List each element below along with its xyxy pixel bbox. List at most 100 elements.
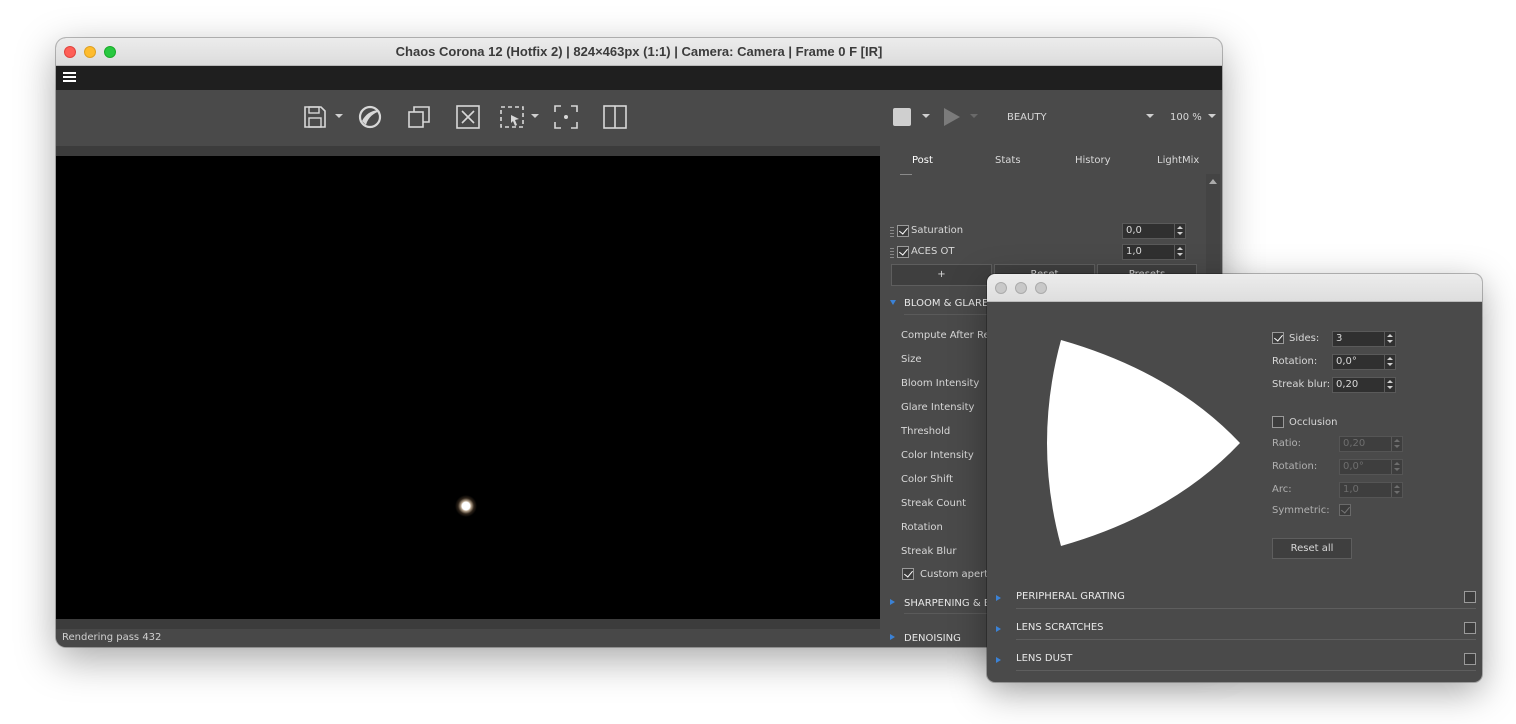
- occlusion-rotation-spinner[interactable]: 0,0°: [1339, 459, 1403, 475]
- arc-spinner[interactable]: 1,0: [1339, 482, 1403, 498]
- drag-handle-icon[interactable]: [890, 227, 894, 237]
- scroll-up-icon[interactable]: [1209, 179, 1217, 184]
- hamburger-menu-icon[interactable]: [63, 72, 76, 84]
- aces-ot-spinner[interactable]: 1,0: [1122, 244, 1186, 260]
- rotation-spinner[interactable]: 0,0°: [1332, 354, 1396, 370]
- stop-render-button[interactable]: [893, 108, 911, 126]
- spinner-arrows-icon[interactable]: [1384, 378, 1395, 392]
- save-dropdown-caret-icon[interactable]: [335, 114, 343, 118]
- tab-lightmix[interactable]: LightMix: [1157, 155, 1199, 166]
- split-view-icon[interactable]: [601, 103, 629, 131]
- corona-logo-icon[interactable]: [356, 103, 384, 131]
- bloom-property-label: Threshold: [901, 426, 951, 437]
- arc-value: 1,0: [1343, 484, 1359, 495]
- reset-all-button[interactable]: Reset all: [1272, 538, 1352, 559]
- bloom-glare-title: BLOOM & GLARE: [904, 298, 989, 309]
- render-pass-select[interactable]: BEAUTY: [1007, 112, 1047, 123]
- bloom-property-label: Bloom Intensity: [901, 378, 980, 389]
- stop-dropdown-caret-icon[interactable]: [922, 114, 930, 118]
- panel-tabs: Post Stats History LightMix: [880, 146, 1222, 174]
- lens-dust-section[interactable]: LENS DUST: [987, 648, 1482, 672]
- aces-ot-label: ACES OT: [911, 246, 955, 257]
- close-window-button[interactable]: [995, 282, 1007, 294]
- start-dropdown-caret-icon[interactable]: [970, 114, 978, 118]
- streak-blur-spinner[interactable]: 0,20: [1332, 377, 1396, 393]
- tab-history[interactable]: History: [1075, 155, 1111, 166]
- tab-post[interactable]: Post: [912, 155, 933, 166]
- occlusion-rotation-value: 0,0°: [1343, 461, 1364, 472]
- add-operator-button[interactable]: +: [891, 264, 992, 286]
- symmetric-label: Symmetric:: [1272, 505, 1330, 516]
- save-icon[interactable]: [301, 103, 329, 131]
- spinner-arrows-icon[interactable]: [1384, 332, 1395, 346]
- spinner-arrows-icon[interactable]: [1391, 483, 1402, 497]
- spinner-arrows-icon[interactable]: [1174, 224, 1185, 238]
- sides-label: Sides:: [1289, 333, 1320, 344]
- title-bar: Chaos Corona 12 (Hotfix 2) | 824×463px (…: [56, 38, 1222, 66]
- bloom-property-label: Streak Count: [901, 498, 967, 509]
- spinner-arrows-icon[interactable]: [1174, 245, 1185, 259]
- render-viewport[interactable]: [56, 156, 880, 619]
- symmetric-checkbox[interactable]: [1339, 504, 1351, 516]
- custom-aperture-checkbox[interactable]: [902, 568, 914, 580]
- collapsed-arrow-icon[interactable]: [996, 657, 1001, 663]
- denoising-title: DENOISING: [904, 633, 961, 644]
- popup-title-bar: [987, 274, 1482, 302]
- start-render-button[interactable]: [944, 108, 960, 126]
- collapsed-arrow-icon[interactable]: [890, 599, 895, 605]
- region-select-icon[interactable]: [498, 103, 526, 131]
- zoom-caret-icon[interactable]: [1208, 114, 1216, 118]
- window-title: Chaos Corona 12 (Hotfix 2) | 824×463px (…: [395, 44, 883, 59]
- rotation-value: 0,0°: [1336, 356, 1357, 367]
- peripheral-grating-section[interactable]: PERIPHERAL GRATING: [987, 586, 1482, 610]
- peripheral-grating-title: PERIPHERAL GRATING: [1016, 591, 1125, 602]
- lens-scratches-section[interactable]: LENS SCRATCHES: [987, 617, 1482, 641]
- occlusion-label: Occlusion: [1289, 417, 1338, 428]
- spinner-arrows-icon[interactable]: [1391, 460, 1402, 474]
- copy-icon[interactable]: [405, 103, 433, 131]
- spinner-arrows-icon[interactable]: [1384, 355, 1395, 369]
- collapsed-arrow-icon[interactable]: [996, 595, 1001, 601]
- occlusion-checkbox[interactable]: [1272, 416, 1284, 428]
- sides-checkbox[interactable]: [1272, 332, 1284, 344]
- render-pass-caret-icon[interactable]: [1146, 114, 1154, 118]
- arc-label: Arc:: [1272, 484, 1292, 495]
- minimize-window-button[interactable]: [1015, 282, 1027, 294]
- viewport-border: [56, 619, 880, 629]
- section-divider: [1016, 670, 1476, 671]
- zoom-select[interactable]: 100 %: [1170, 112, 1202, 123]
- drag-handle-icon[interactable]: [890, 248, 894, 258]
- clear-vfb-icon[interactable]: [454, 103, 482, 131]
- ratio-spinner[interactable]: 0,20: [1339, 436, 1403, 452]
- collapsed-arrow-icon[interactable]: [890, 634, 895, 640]
- peripheral-grating-checkbox[interactable]: [1464, 591, 1476, 603]
- list-item-saturation: Saturation 0,0: [890, 223, 1186, 241]
- sides-spinner[interactable]: 3: [1332, 331, 1396, 347]
- saturation-spinner[interactable]: 0,0: [1122, 223, 1186, 239]
- ratio-label: Ratio:: [1272, 438, 1302, 449]
- region-dropdown-caret-icon[interactable]: [531, 114, 539, 118]
- expand-arrow-icon[interactable]: [890, 300, 896, 305]
- sharpening-title: SHARPENING & B: [904, 598, 991, 609]
- streak-blur-label: Streak blur:: [1272, 379, 1331, 390]
- focus-point-icon[interactable]: [552, 103, 580, 131]
- saturation-checkbox[interactable]: [897, 225, 909, 237]
- lens-dust-checkbox[interactable]: [1464, 653, 1476, 665]
- lens-dust-title: LENS DUST: [1016, 653, 1073, 664]
- toolbar: BEAUTY 100 %: [56, 90, 1222, 146]
- spinner-arrows-icon[interactable]: [1391, 437, 1402, 451]
- ratio-value: 0,20: [1343, 438, 1366, 449]
- bloom-property-label: Color Intensity: [901, 450, 974, 461]
- collapsed-arrow-icon[interactable]: [996, 626, 1001, 632]
- bloom-property-label: Rotation: [901, 522, 943, 533]
- rotation-label: Rotation:: [1272, 356, 1318, 367]
- list-item-aces-ot: ACES OT 1,0: [890, 244, 1186, 262]
- saturation-label: Saturation: [911, 225, 964, 236]
- lens-scratches-checkbox[interactable]: [1464, 622, 1476, 634]
- aces-ot-checkbox[interactable]: [897, 246, 909, 258]
- saturation-value: 0,0: [1126, 225, 1142, 236]
- zoom-window-button[interactable]: [1035, 282, 1047, 294]
- bloom-property-label: Color Shift: [901, 474, 954, 485]
- tab-stats[interactable]: Stats: [995, 155, 1021, 166]
- aces-ot-value: 1,0: [1126, 246, 1142, 257]
